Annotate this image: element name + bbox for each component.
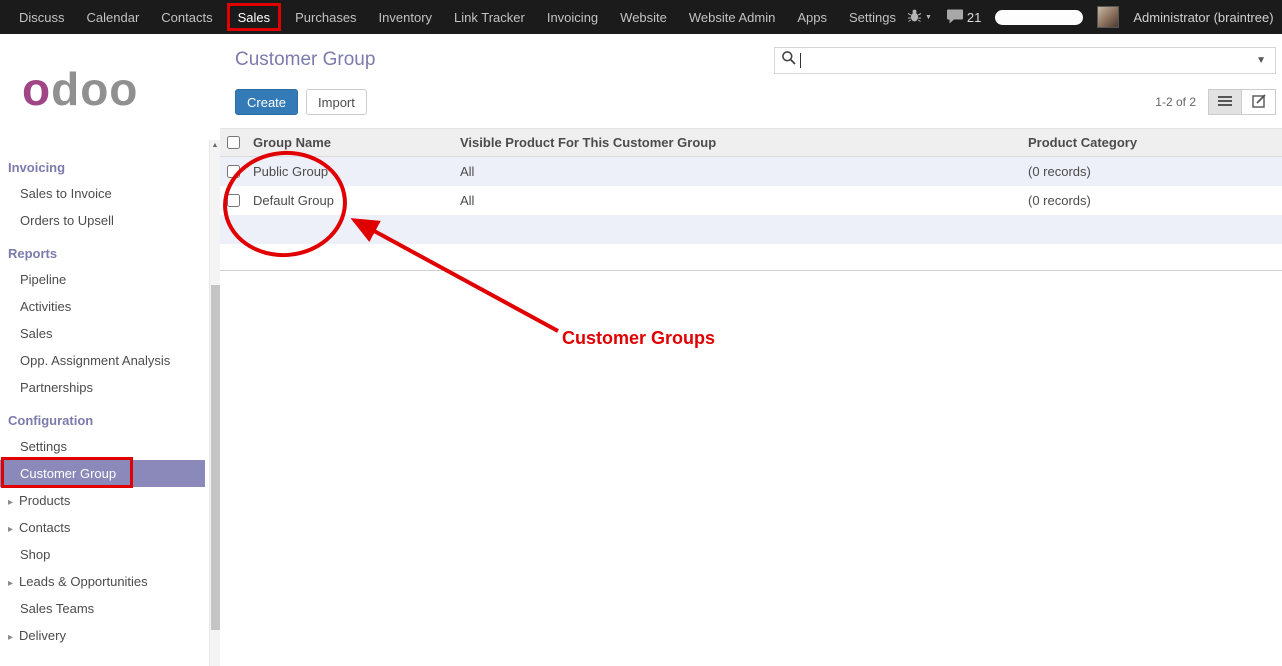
logo-letter: o <box>22 66 51 112</box>
sidebar-item-orders-to-upsell[interactable]: Orders to Upsell <box>0 207 205 234</box>
import-button[interactable]: Import <box>306 89 367 115</box>
scrollbar-thumb[interactable] <box>211 285 220 630</box>
table-row[interactable]: Default Group All (0 records) <box>220 186 1282 215</box>
sidebar-item-activities[interactable]: Activities <box>0 293 205 320</box>
chevron-down-icon: ▼ <box>925 14 932 21</box>
column-header-product-category[interactable]: Product Category <box>1028 135 1282 150</box>
scroll-up-icon[interactable]: ▲ <box>210 142 220 149</box>
menu-calendar[interactable]: Calendar <box>76 0 151 34</box>
sidebar-item-pipeline[interactable]: Pipeline <box>0 266 205 293</box>
menu-contacts[interactable]: Contacts <box>150 0 223 34</box>
list-icon <box>1218 95 1232 110</box>
bug-icon <box>907 8 922 26</box>
row-checkbox[interactable] <box>220 194 246 207</box>
sidebar-item-settings[interactable]: Settings <box>0 433 205 460</box>
sidebar-item-shop[interactable]: Shop <box>0 541 205 568</box>
user-menu[interactable]: Administrator (braintree) <box>1133 10 1273 25</box>
menu-purchases[interactable]: Purchases <box>284 0 367 34</box>
sidebar-nav: Invoicing Sales to Invoice Orders to Ups… <box>0 144 220 649</box>
sidebar-section-reports: Reports <box>0 242 220 266</box>
menu-link-tracker[interactable]: Link Tracker <box>443 0 536 34</box>
checkbox[interactable] <box>227 194 240 207</box>
cell-group-name[interactable]: Public Group <box>246 164 460 179</box>
sidebar-section-invoicing: Invoicing <box>0 156 220 180</box>
menu-settings[interactable]: Settings <box>838 0 907 34</box>
cell-visible-product[interactable]: All <box>460 193 1028 208</box>
messages-menu[interactable]: 21 <box>946 8 981 27</box>
sidebar-item-contacts[interactable]: Contacts <box>0 514 205 541</box>
topbar: Discuss Calendar Contacts Sales Purchase… <box>0 0 1282 34</box>
debug-menu[interactable]: ▼ <box>907 8 932 26</box>
control-panel-bottom: Create Import 1-2 of 2 <box>220 80 1282 126</box>
menu-sales[interactable]: Sales <box>227 3 282 31</box>
main-menu: Discuss Calendar Contacts Sales Purchase… <box>0 0 907 34</box>
sidebar-item-leads-opportunities[interactable]: Leads & Opportunities <box>0 568 205 595</box>
select-all-checkbox[interactable] <box>220 136 246 149</box>
view-switcher <box>1208 89 1276 115</box>
column-header-visible-product[interactable]: Visible Product For This Customer Group <box>460 135 1028 150</box>
sidebar-section-configuration: Configuration <box>0 409 220 433</box>
edit-form-icon <box>1252 94 1266 111</box>
menu-website[interactable]: Website <box>609 0 678 34</box>
menu-website-admin[interactable]: Website Admin <box>678 0 786 34</box>
main-content: Customer Group ▼ Create Import 1-2 of 2 <box>220 34 1282 666</box>
table-header-row: Group Name Visible Product For This Cust… <box>220 128 1282 157</box>
cell-group-name[interactable]: Default Group <box>246 193 460 208</box>
sidebar: odoo Invoicing Sales to Invoice Orders t… <box>0 34 220 666</box>
menu-discuss[interactable]: Discuss <box>8 0 76 34</box>
cell-product-category[interactable]: (0 records) <box>1028 164 1282 179</box>
sidebar-scrollbar[interactable]: ▲ <box>209 140 220 666</box>
checkbox[interactable] <box>227 136 240 149</box>
checkbox[interactable] <box>227 165 240 178</box>
empty-row <box>220 244 1282 271</box>
pager[interactable]: 1-2 of 2 <box>1155 95 1196 109</box>
systray: ▼ 21 Administrator (braintree) <box>907 0 1282 34</box>
cell-visible-product[interactable]: All <box>460 164 1028 179</box>
list-view-button[interactable] <box>1208 89 1242 115</box>
logo-letters: doo <box>51 66 138 112</box>
search-dropdown-caret-icon[interactable]: ▼ <box>1253 55 1269 66</box>
form-view-button[interactable] <box>1242 89 1276 115</box>
sidebar-item-delivery[interactable]: Delivery <box>0 622 205 649</box>
cell-product-category[interactable]: (0 records) <box>1028 193 1282 208</box>
avatar <box>1097 6 1119 28</box>
row-checkbox[interactable] <box>220 165 246 178</box>
search-input[interactable] <box>805 50 1249 70</box>
control-panel-top: Customer Group ▼ <box>220 34 1282 80</box>
menu-invoicing[interactable]: Invoicing <box>536 0 609 34</box>
sidebar-item-opp-assignment-analysis[interactable]: Opp. Assignment Analysis <box>0 347 205 374</box>
messages-count: 21 <box>967 10 981 25</box>
text-cursor <box>800 53 801 68</box>
create-button[interactable]: Create <box>235 89 298 115</box>
sidebar-item-products[interactable]: Products <box>0 487 205 514</box>
list-view: Group Name Visible Product For This Cust… <box>220 128 1282 271</box>
odoo-logo: odoo <box>0 34 220 144</box>
column-header-group-name[interactable]: Group Name <box>246 135 460 150</box>
control-panel-right: 1-2 of 2 <box>1155 89 1276 115</box>
search-icon <box>781 50 796 70</box>
sidebar-item-sales-to-invoice[interactable]: Sales to Invoice <box>0 180 205 207</box>
sidebar-item-sales-teams[interactable]: Sales Teams <box>0 595 205 622</box>
search-box[interactable]: ▼ <box>774 47 1276 74</box>
timer-pill[interactable] <box>995 10 1083 25</box>
menu-inventory[interactable]: Inventory <box>368 0 443 34</box>
page-title: Customer Group <box>235 49 375 71</box>
sidebar-item-partnerships[interactable]: Partnerships <box>0 374 205 401</box>
empty-row <box>220 215 1282 244</box>
sidebar-item-sales[interactable]: Sales <box>0 320 205 347</box>
table-row[interactable]: Public Group All (0 records) <box>220 157 1282 186</box>
chat-bubble-icon <box>946 8 964 27</box>
sidebar-item-customer-group[interactable]: Customer Group <box>0 460 205 487</box>
menu-apps[interactable]: Apps <box>786 0 838 34</box>
